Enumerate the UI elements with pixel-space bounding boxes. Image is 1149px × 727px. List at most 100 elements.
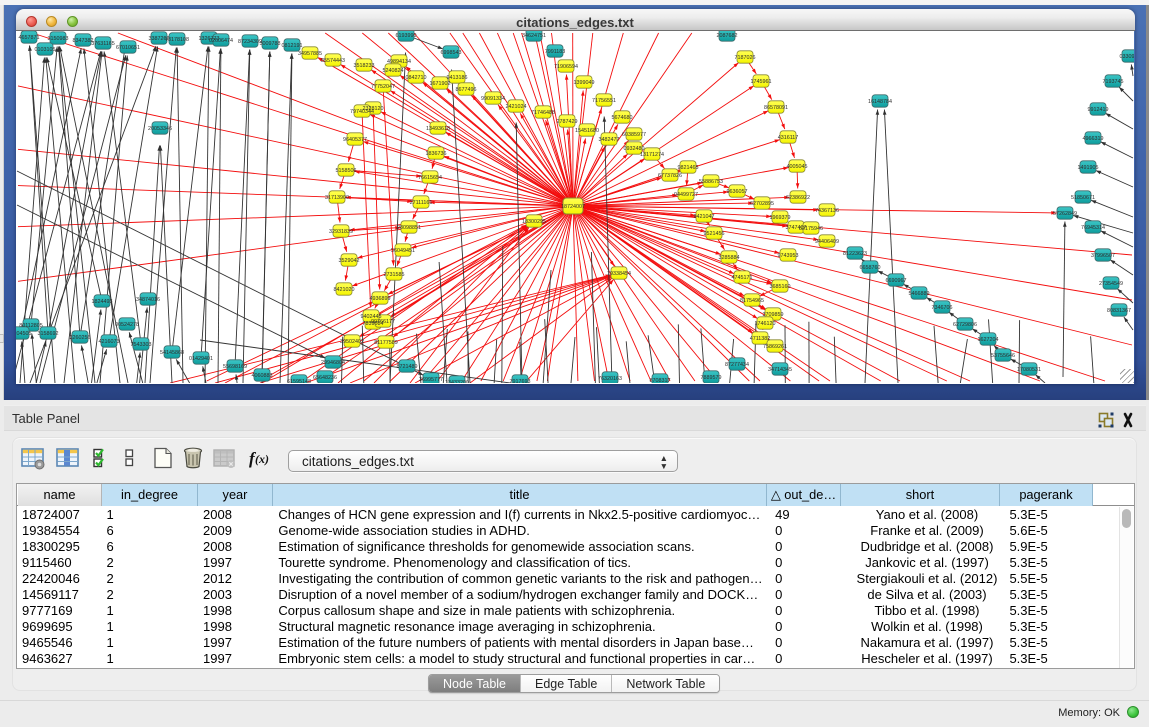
svg-text:9521456: 9521456 xyxy=(703,231,724,237)
svg-text:96405377: 96405377 xyxy=(343,137,367,143)
svg-text:9636057: 9636057 xyxy=(726,189,747,195)
svg-text:9821465: 9821465 xyxy=(677,165,698,171)
svg-text:8721489: 8721489 xyxy=(396,364,417,370)
svg-text:7543303: 7543303 xyxy=(130,342,151,348)
svg-text:18724007: 18724007 xyxy=(561,204,585,210)
svg-text:0812191: 0812191 xyxy=(281,43,302,49)
svg-text:34874016: 34874016 xyxy=(136,297,160,303)
svg-text:1836736: 1836736 xyxy=(425,151,446,157)
svg-text:53755646: 53755646 xyxy=(991,353,1015,359)
svg-text:49894134: 49894134 xyxy=(387,59,411,65)
svg-text:65648236: 65648236 xyxy=(313,375,337,381)
svg-text:27111161: 27111161 xyxy=(409,200,432,206)
svg-text:39502402: 39502402 xyxy=(340,339,364,345)
svg-text:3529042: 3529042 xyxy=(338,258,359,264)
svg-text:54145868: 54145868 xyxy=(160,350,184,356)
svg-text:7187026: 7187026 xyxy=(734,55,755,61)
svg-text:3150983: 3150983 xyxy=(47,36,68,42)
svg-text:19338454: 19338454 xyxy=(607,271,631,277)
svg-text:67010651: 67010651 xyxy=(116,45,140,51)
svg-text:18300295: 18300295 xyxy=(522,219,546,225)
svg-text:2260256: 2260256 xyxy=(69,335,90,341)
svg-text:9421047: 9421047 xyxy=(693,214,714,220)
svg-text:4711382: 4711382 xyxy=(749,336,770,342)
svg-text:86578091: 86578091 xyxy=(764,105,788,111)
svg-text:16148784: 16148784 xyxy=(868,99,892,105)
svg-text:2087682: 2087682 xyxy=(716,33,737,39)
svg-text:1399049: 1399049 xyxy=(573,80,594,86)
svg-text:8421020: 8421020 xyxy=(333,287,354,293)
svg-text:4316117: 4316117 xyxy=(777,135,798,141)
svg-text:5466889: 5466889 xyxy=(908,291,929,297)
svg-text:1745961: 1745961 xyxy=(750,79,771,85)
svg-text:76615654: 76615654 xyxy=(418,175,442,181)
svg-text:9413186: 9413186 xyxy=(446,75,467,81)
svg-text:32931839: 32931839 xyxy=(329,229,353,235)
svg-text:7193745: 7193745 xyxy=(1102,79,1123,85)
svg-text:87234309: 87234309 xyxy=(238,39,262,45)
svg-text:80831367: 80831367 xyxy=(1107,308,1131,314)
svg-text:13171274: 13171274 xyxy=(640,152,664,158)
svg-text:5009788: 5009788 xyxy=(259,41,280,47)
svg-text:20053346: 20053346 xyxy=(148,126,172,132)
svg-text:3158692: 3158692 xyxy=(37,331,58,337)
svg-text:62729806: 62729806 xyxy=(953,322,977,328)
svg-text:71906594: 71906594 xyxy=(554,64,578,70)
svg-text:85574443: 85574443 xyxy=(321,58,345,64)
svg-text:31713900: 31713900 xyxy=(325,195,349,201)
svg-text:0842710: 0842710 xyxy=(405,75,426,81)
svg-text:81223623: 81223623 xyxy=(843,251,867,257)
svg-text:81177589: 81177589 xyxy=(374,340,398,346)
svg-text:2731585: 2731585 xyxy=(383,272,404,278)
svg-text:60385977: 60385977 xyxy=(622,132,646,138)
svg-text:36995777: 36995777 xyxy=(419,377,443,383)
svg-text:4005045: 4005045 xyxy=(786,164,807,170)
svg-text:0330923: 0330923 xyxy=(1119,54,1134,60)
svg-text:67737826: 67737826 xyxy=(658,173,682,179)
svg-text:71746488: 71746488 xyxy=(531,110,555,116)
svg-text:55698169: 55698169 xyxy=(223,364,247,370)
svg-text:4657871: 4657871 xyxy=(18,35,39,41)
svg-text:34624751: 34624751 xyxy=(522,33,546,39)
svg-text:75869261: 75869261 xyxy=(763,344,787,350)
svg-text:87277434: 87277434 xyxy=(725,362,749,368)
svg-text:17080531: 17080531 xyxy=(1017,367,1041,373)
svg-text:4060883: 4060883 xyxy=(251,373,272,379)
svg-text:5674680: 5674680 xyxy=(611,115,632,121)
svg-text:3518233: 3518233 xyxy=(353,63,374,69)
svg-text:01429401: 01429401 xyxy=(189,356,213,362)
svg-text:74367136: 74367136 xyxy=(815,208,839,214)
svg-text:13493618: 13493618 xyxy=(426,126,450,132)
svg-text:5240824: 5240824 xyxy=(382,68,403,74)
svg-text:76945314: 76945314 xyxy=(1081,225,1105,231)
svg-text:3482477: 3482477 xyxy=(598,137,619,143)
svg-text:6998543: 6998543 xyxy=(440,50,461,56)
svg-text:57262849: 57262849 xyxy=(1053,211,1077,217)
svg-text:8708317: 8708317 xyxy=(649,378,670,383)
svg-text:79740344: 79740344 xyxy=(350,109,374,115)
svg-text:51850671: 51850671 xyxy=(1071,195,1095,201)
svg-text:2421024: 2421024 xyxy=(505,104,526,110)
svg-text:7889579: 7889579 xyxy=(700,375,721,381)
svg-text:3709859: 3709859 xyxy=(762,312,783,318)
svg-text:(x): (x) xyxy=(255,452,269,466)
svg-text:82175946: 82175946 xyxy=(799,226,823,232)
svg-text:1824493: 1824493 xyxy=(91,299,112,305)
svg-text:56049451: 56049451 xyxy=(391,248,415,254)
svg-text:3285884: 3285884 xyxy=(718,255,739,261)
svg-text:8677496: 8677496 xyxy=(455,87,476,93)
svg-text:71756551: 71756551 xyxy=(592,98,616,104)
svg-text:9912419: 9912419 xyxy=(1087,107,1108,113)
svg-text:34714345: 34714345 xyxy=(768,367,792,373)
svg-text:61595148: 61595148 xyxy=(287,379,311,383)
svg-text:55886753: 55886753 xyxy=(699,179,723,185)
svg-text:77752047: 77752047 xyxy=(371,84,395,90)
svg-text:7346706: 7346706 xyxy=(931,305,952,311)
svg-text:80112805: 80112805 xyxy=(19,323,43,329)
svg-text:29946804: 29946804 xyxy=(321,360,345,366)
svg-text:62386922: 62386922 xyxy=(786,195,810,201)
svg-text:73178108: 73178108 xyxy=(165,37,189,43)
svg-text:1627204: 1627204 xyxy=(977,337,998,343)
svg-text:1491905: 1491905 xyxy=(1077,165,1098,171)
svg-text:13433200: 13433200 xyxy=(445,380,469,383)
